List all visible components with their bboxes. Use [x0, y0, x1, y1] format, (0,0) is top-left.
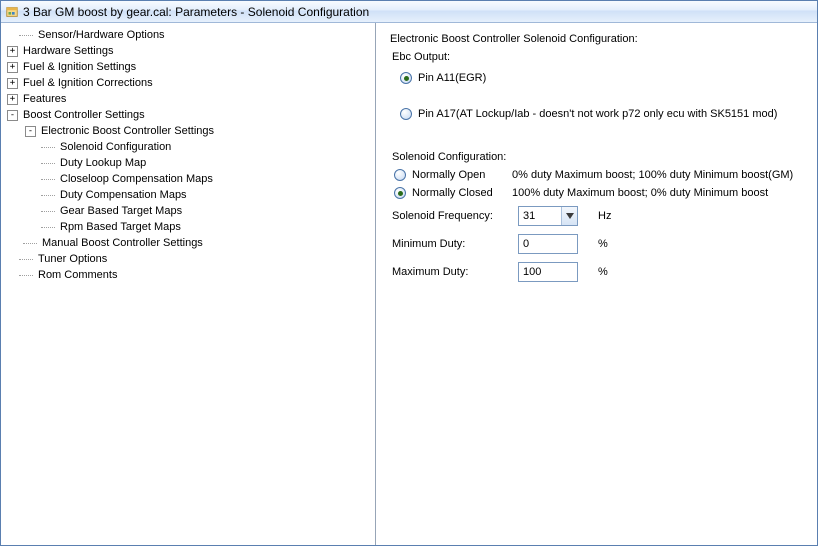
settings-tree[interactable]: Sensor/Hardware Options +Hardware Settin…: [1, 27, 375, 283]
titlebar[interactable]: 3 Bar GM boost by gear.cal: Parameters -…: [1, 1, 817, 23]
tree-item-closeloop-compensation-maps[interactable]: Closeloop Compensation Maps: [43, 171, 375, 187]
normally-open-description: 0% duty Maximum boost; 100% duty Minimum…: [512, 169, 803, 181]
minimum-duty-input[interactable]: [518, 234, 578, 254]
expand-icon[interactable]: +: [7, 46, 18, 57]
radio-label: Pin A17(AT Lockup/Iab - doesn't not work…: [418, 108, 777, 120]
tree-item-boost-controller-settings[interactable]: -Boost Controller Settings: [7, 107, 375, 123]
tree-item-features[interactable]: +Features: [7, 91, 375, 107]
solenoid-frequency-select[interactable]: 31: [518, 206, 578, 226]
radio-ebc-pin-a17[interactable]: Pin A17(AT Lockup/Iab - doesn't not work…: [400, 105, 803, 123]
tree-item-fuel-ignition-settings[interactable]: +Fuel & Ignition Settings: [7, 59, 375, 75]
app-icon: [5, 5, 19, 19]
minimum-duty-label: Minimum Duty:: [392, 238, 510, 250]
radio-label: Pin A11(EGR): [418, 72, 486, 84]
tree-item-rpm-based-target-maps[interactable]: Rpm Based Target Maps: [43, 219, 375, 235]
tree-item-tuner-options[interactable]: Tuner Options: [7, 251, 375, 267]
combobox-value: 31: [523, 210, 535, 222]
maximum-duty-input[interactable]: [518, 262, 578, 282]
tree-item-rom-comments[interactable]: Rom Comments: [7, 267, 375, 283]
expand-icon[interactable]: +: [7, 94, 18, 105]
page-title: Electronic Boost Controller Solenoid Con…: [390, 33, 803, 45]
normally-closed-description: 100% duty Maximum boost; 0% duty Minimum…: [512, 187, 803, 199]
app-window: 3 Bar GM boost by gear.cal: Parameters -…: [0, 0, 818, 546]
chevron-down-icon: [561, 207, 577, 225]
detail-pane: Electronic Boost Controller Solenoid Con…: [376, 23, 817, 545]
unit-label: %: [598, 238, 620, 250]
tree-item-sensor-hardware-options[interactable]: Sensor/Hardware Options: [7, 27, 375, 43]
tree-item-electronic-boost-controller-settings[interactable]: -Electronic Boost Controller Settings: [25, 123, 375, 139]
radio-icon: [400, 108, 412, 120]
tree-item-solenoid-configuration[interactable]: Solenoid Configuration: [43, 139, 375, 155]
content-area: Sensor/Hardware Options +Hardware Settin…: [1, 23, 817, 545]
radio-normally-open[interactable]: Normally Open: [394, 169, 504, 181]
maximum-duty-label: Maximum Duty:: [392, 266, 510, 278]
group-legend: Ebc Output:: [392, 51, 803, 63]
group-ebc-output: Ebc Output: Pin A11(EGR) Pin A17(AT Lock…: [390, 51, 803, 123]
window-title: 3 Bar GM boost by gear.cal: Parameters -…: [23, 5, 369, 19]
radio-icon: [394, 187, 406, 199]
tree-item-gear-based-target-maps[interactable]: Gear Based Target Maps: [43, 203, 375, 219]
radio-label: Normally Open: [412, 169, 485, 181]
unit-label: %: [598, 266, 620, 278]
tree-item-duty-lookup-map[interactable]: Duty Lookup Map: [43, 155, 375, 171]
collapse-icon[interactable]: -: [7, 110, 18, 121]
tree-item-duty-compensation-maps[interactable]: Duty Compensation Maps: [43, 187, 375, 203]
tree-item-manual-boost-controller-settings[interactable]: Manual Boost Controller Settings: [25, 235, 375, 251]
group-solenoid-configuration: Solenoid Configuration: Normally Open 0%…: [390, 151, 803, 283]
radio-icon: [394, 169, 406, 181]
radio-ebc-pin-a11[interactable]: Pin A11(EGR): [400, 69, 803, 87]
radio-icon: [400, 72, 412, 84]
unit-label: Hz: [598, 210, 620, 222]
radio-label: Normally Closed: [412, 187, 493, 199]
collapse-icon[interactable]: -: [25, 126, 36, 137]
radio-normally-closed[interactable]: Normally Closed: [394, 187, 504, 199]
solenoid-frequency-label: Solenoid Frequency:: [392, 210, 510, 222]
group-legend: Solenoid Configuration:: [392, 151, 803, 163]
expand-icon[interactable]: +: [7, 62, 18, 73]
tree-pane[interactable]: Sensor/Hardware Options +Hardware Settin…: [1, 23, 376, 545]
tree-item-hardware-settings[interactable]: +Hardware Settings: [7, 43, 375, 59]
tree-item-fuel-ignition-corrections[interactable]: +Fuel & Ignition Corrections: [7, 75, 375, 91]
expand-icon[interactable]: +: [7, 78, 18, 89]
